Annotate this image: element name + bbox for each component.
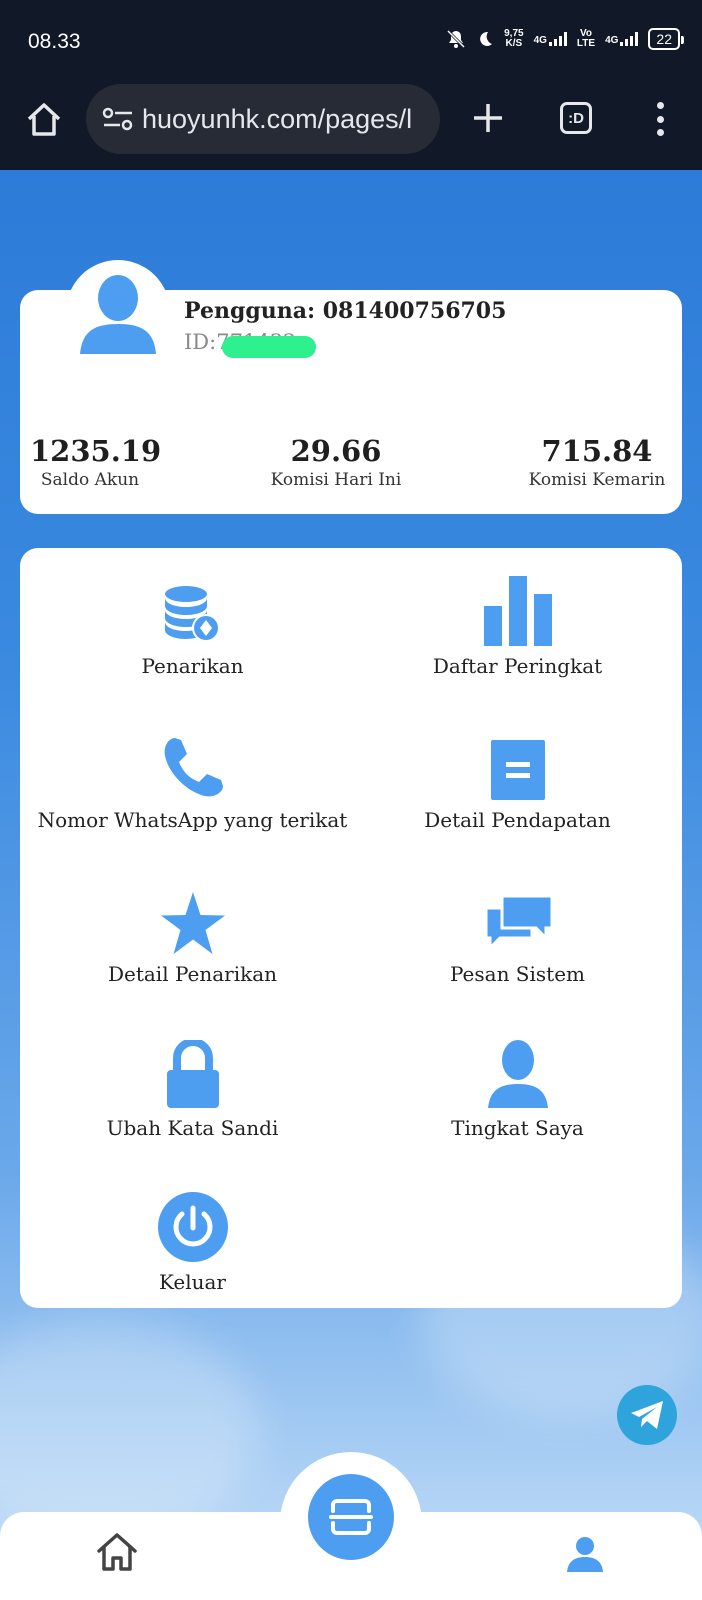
document-icon	[490, 740, 545, 800]
signal-bars-icon	[620, 32, 639, 46]
signal-bars-icon	[548, 32, 567, 46]
menu-item-label: Detail Penarikan	[107, 962, 278, 986]
username: Pengguna: 081400756705	[184, 298, 507, 324]
home-icon[interactable]	[24, 100, 64, 140]
avatar	[66, 260, 170, 364]
status-icons: 9,75 K/S 4G Vo LTE 4G 22	[446, 28, 684, 50]
browser-toolbar: huoyunhk.com/pages/l :D	[0, 80, 702, 170]
nav-home-icon[interactable]	[96, 1532, 138, 1572]
moon-icon	[480, 31, 493, 46]
menu-item-label: Nomor WhatsApp yang terikat	[37, 808, 348, 832]
signal-2: 4G	[605, 32, 639, 46]
status-bar: 08.33 9,75 K/S 4G Vo LTE 4G 22	[0, 0, 702, 80]
menu-item-label: Pesan Sistem	[449, 962, 586, 986]
menu-item-detail-pendapatan[interactable]: Detail Pendapatan	[352, 726, 683, 876]
menu-item-nomor-whatsapp[interactable]: Nomor WhatsApp yang terikat	[27, 726, 358, 876]
url-text: huoyunhk.com/pages/l	[142, 103, 413, 134]
site-settings-icon[interactable]	[98, 104, 138, 134]
menu-item-label: Tingkat Saya	[451, 1116, 584, 1140]
stat-saldo-akun: 1235.19 Saldo Akun	[30, 434, 162, 490]
battery-icon: 22	[648, 28, 684, 50]
cloud-decoration	[0, 1320, 260, 1540]
user-icon	[487, 1040, 548, 1108]
menu-item-ubah-kata-sandi[interactable]: Ubah Kata Sandi	[27, 1034, 358, 1184]
scan-button[interactable]	[308, 1474, 394, 1560]
lock-icon	[166, 1040, 219, 1108]
volte-indicator: Vo LTE	[576, 28, 596, 49]
menu-item-keluar[interactable]: Keluar	[27, 1188, 358, 1338]
address-bar[interactable]: huoyunhk.com/pages/l	[86, 84, 440, 154]
signal-1: 4G	[534, 32, 567, 46]
net-speed: 9,75 K/S	[504, 28, 524, 49]
menu-item-detail-penarikan[interactable]: Detail Penarikan	[27, 880, 358, 1030]
menu-item-label: Penarikan	[141, 654, 244, 678]
chat-bubbles-icon	[484, 894, 553, 952]
menu-item-label: Ubah Kata Sandi	[106, 1116, 279, 1140]
tab-switcher-button[interactable]: :D	[560, 102, 592, 134]
menu-item-pesan-sistem[interactable]: Pesan Sistem	[352, 880, 683, 1030]
star-icon	[160, 892, 225, 954]
menu-item-label: Daftar Peringkat	[432, 654, 603, 678]
mute-bell-icon	[447, 29, 466, 49]
telegram-icon	[631, 1401, 663, 1429]
more-menu-icon[interactable]	[648, 102, 672, 136]
telegram-button[interactable]	[617, 1385, 677, 1445]
menu-item-label: Detail Pendapatan	[424, 808, 611, 832]
menu-item-daftar-peringkat[interactable]: Daftar Peringkat	[352, 572, 683, 722]
menu-item-tingkat-saya[interactable]: Tingkat Saya	[352, 1034, 683, 1184]
bar-chart-icon	[483, 576, 552, 646]
nav-profile-icon[interactable]	[566, 1536, 604, 1572]
redaction-mark	[222, 336, 316, 358]
menu-item-label: Keluar	[158, 1270, 226, 1294]
menu-item-penarikan[interactable]: Penarikan	[27, 572, 358, 722]
status-time: 08.33	[28, 30, 81, 53]
stat-komisi-hari-ini: 29.66 Komisi Hari Ini	[270, 434, 402, 490]
user-avatar-icon	[80, 275, 156, 354]
phone-icon	[164, 738, 223, 797]
new-tab-icon[interactable]	[470, 100, 506, 136]
power-icon	[157, 1192, 228, 1262]
database-coin-icon	[164, 586, 220, 642]
scan-icon	[329, 1499, 373, 1535]
stat-komisi-kemarin: 715.84 Komisi Kemarin	[528, 434, 666, 490]
